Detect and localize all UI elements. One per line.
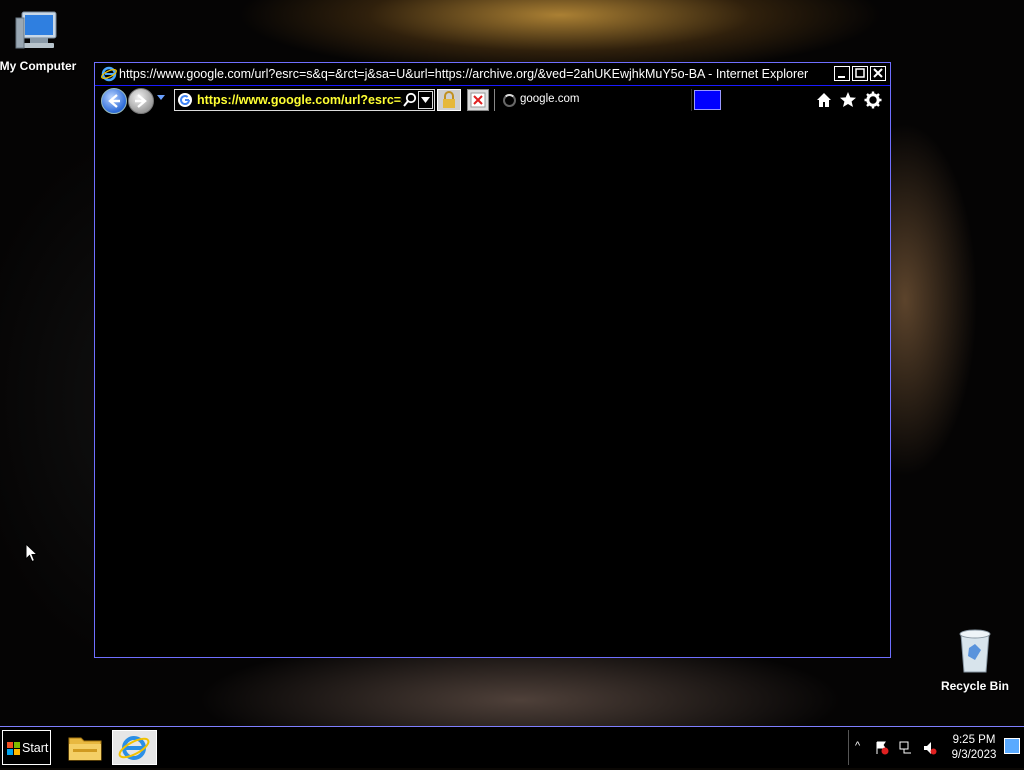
show-desktop-button[interactable] [1004, 738, 1020, 754]
back-button[interactable] [101, 88, 127, 114]
stop-icon [470, 92, 486, 108]
volume-muted-icon[interactable] [923, 741, 937, 755]
start-label: Start [22, 741, 49, 755]
google-favicon-icon [178, 93, 192, 107]
security-lock-button[interactable] [437, 89, 461, 111]
desktop-icon-label: My Computer [0, 59, 77, 73]
gear-icon[interactable] [864, 91, 882, 109]
taskbar: Start ^ 9:25 PM 9/3/2023 [0, 726, 1024, 768]
action-center-flag-icon[interactable] [875, 741, 889, 755]
close-icon [873, 68, 883, 78]
navigation-bar: https://www.google.com/url?esrc=s&q=&rct… [95, 86, 890, 116]
computer-icon [15, 11, 57, 49]
desktop-icon-label: Recycle Bin [940, 679, 1010, 693]
clock-date: 9/3/2023 [951, 749, 997, 761]
recycle-bin-icon [959, 629, 991, 673]
start-button[interactable]: Start [2, 730, 51, 765]
favorites-star-icon[interactable] [839, 91, 857, 109]
address-bar[interactable]: https://www.google.com/url?esrc=s&q=&rct… [174, 89, 435, 111]
network-icon[interactable] [899, 741, 913, 755]
minimize-icon [838, 76, 845, 78]
show-hidden-icons-button[interactable]: ^ [855, 740, 860, 752]
maximize-button[interactable] [852, 66, 868, 81]
window-titlebar[interactable]: https://www.google.com/url?esrc=s&q=&rct… [95, 63, 890, 86]
stop-button[interactable] [467, 89, 489, 111]
address-input[interactable]: https://www.google.com/url?esrc=s&q=&rct… [197, 93, 402, 107]
system-clock[interactable]: 9:25 PM 9/3/2023 [948, 733, 1000, 763]
clock-time: 9:25 PM [952, 734, 996, 746]
taskbar-file-explorer[interactable] [63, 730, 108, 765]
arrow-left-icon [108, 94, 120, 108]
system-tray: ^ 9:25 PM 9/3/2023 [848, 730, 1023, 765]
chevron-down-icon [421, 97, 430, 103]
close-button[interactable] [870, 66, 886, 81]
desktop-icon-my-computer[interactable]: My Computer [0, 10, 80, 73]
address-dropdown-button[interactable] [418, 91, 433, 109]
browser-tab[interactable]: google.com [494, 89, 692, 111]
file-explorer-icon [68, 737, 102, 761]
recent-pages-dropdown-icon[interactable] [156, 94, 166, 102]
tab-title: google.com [520, 93, 580, 105]
page-content-area[interactable] [95, 118, 890, 657]
search-icon[interactable] [403, 92, 417, 108]
taskbar-internet-explorer[interactable] [112, 730, 157, 765]
new-tab-button[interactable] [694, 90, 721, 110]
mouse-cursor-icon [25, 543, 39, 563]
windows-logo-icon [7, 742, 20, 755]
forward-button[interactable] [128, 88, 154, 114]
lock-icon [443, 91, 455, 108]
internet-explorer-icon [118, 736, 150, 760]
minimize-button[interactable] [834, 66, 850, 81]
arrow-right-icon [135, 94, 147, 108]
loading-spinner-icon [503, 94, 516, 107]
maximize-icon [855, 68, 865, 78]
internet-explorer-icon [101, 66, 117, 82]
desktop-icon-recycle-bin[interactable]: Recycle Bin [933, 626, 1017, 693]
window-title: https://www.google.com/url?esrc=s&q=&rct… [119, 67, 809, 81]
home-icon[interactable] [815, 91, 833, 109]
internet-explorer-window[interactable]: https://www.google.com/url?esrc=s&q=&rct… [94, 62, 891, 658]
